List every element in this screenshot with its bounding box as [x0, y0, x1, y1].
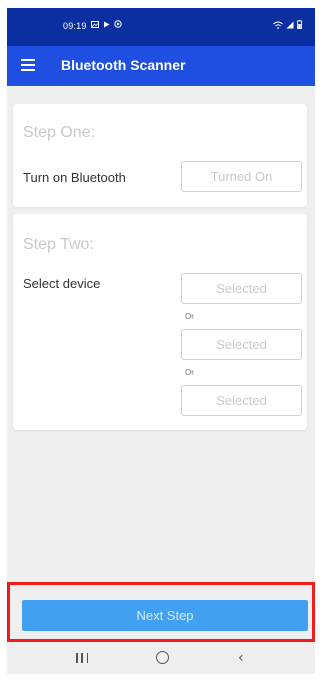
status-bar: 09:19: [7, 8, 315, 46]
or-label: Or: [185, 312, 194, 321]
image-icon: [91, 20, 99, 28]
play-icon: [104, 21, 110, 27]
status-icons-left: [91, 20, 122, 28]
app-title: Bluetooth Scanner: [61, 57, 186, 73]
or-label: Or: [185, 368, 194, 377]
step-one-title: Step One:: [23, 124, 96, 141]
menu-bar-line: [21, 59, 35, 61]
recents-bar: [86, 653, 88, 663]
menu-bar-line: [21, 64, 35, 66]
wifi-icon: [273, 21, 283, 29]
vpn-icon: [114, 20, 122, 28]
next-step-button[interactable]: Next Step: [22, 600, 308, 631]
battery-icon: [297, 20, 302, 29]
recents-bar: [76, 653, 78, 663]
recents-icon[interactable]: [76, 653, 88, 663]
app-bar: Bluetooth Scanner: [7, 46, 315, 86]
device-option-1-button[interactable]: Selected: [181, 273, 302, 304]
phone-screen: 09:19 Bluetooth Scanner Step One: Turn o…: [7, 8, 315, 674]
signal-icon: [286, 21, 294, 28]
hamburger-menu-icon[interactable]: [21, 59, 35, 71]
status-icons-right: [273, 20, 302, 29]
step-two-card: Step Two: Select device Selected Or Sele…: [13, 214, 307, 430]
step-two-title: Step Two:: [23, 236, 94, 253]
device-option-3-button[interactable]: Selected: [181, 385, 302, 416]
status-time: 09:19: [63, 21, 87, 31]
back-icon[interactable]: ‹: [238, 650, 244, 666]
select-device-label: Select device: [23, 276, 101, 291]
home-icon[interactable]: [156, 651, 169, 664]
next-step-highlight: Next Step: [7, 582, 315, 642]
system-navigation-bar: ‹: [7, 644, 315, 674]
turn-on-bluetooth-label: Turn on Bluetooth: [23, 170, 126, 185]
step-one-card: Step One: Turn on Bluetooth Turned On: [13, 104, 307, 207]
device-option-2-button[interactable]: Selected: [181, 329, 302, 360]
menu-bar-line: [21, 69, 35, 71]
recents-bar: [81, 653, 83, 663]
turned-on-button[interactable]: Turned On: [181, 161, 302, 192]
